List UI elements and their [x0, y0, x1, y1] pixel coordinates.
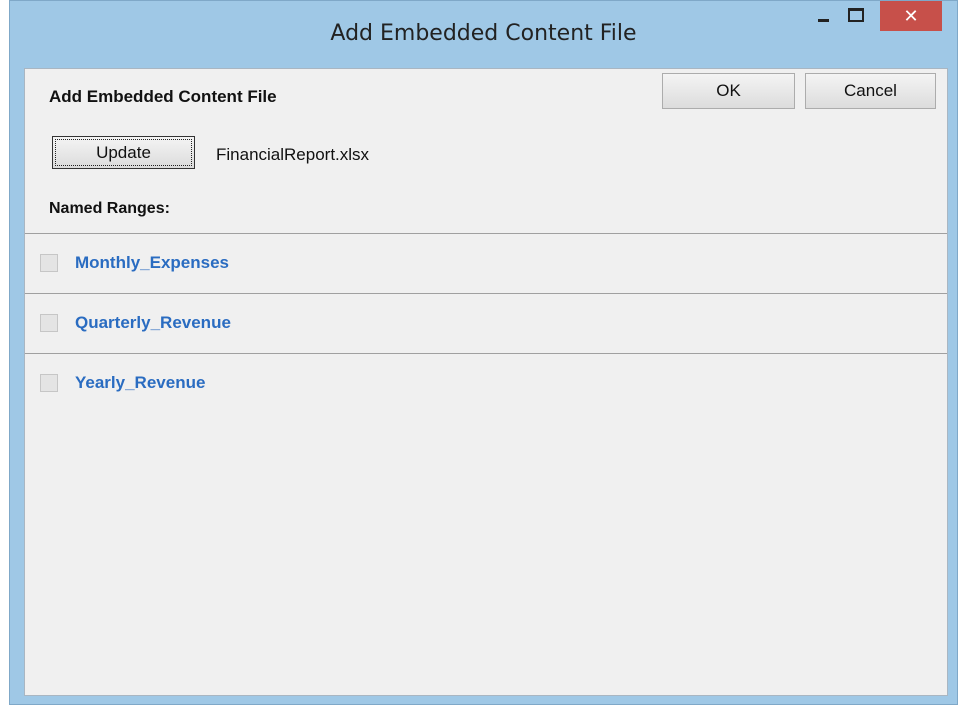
- dialog-heading: Add Embedded Content File: [49, 87, 277, 106]
- close-icon: ✕: [903, 5, 919, 27]
- file-name-label: FinancialReport.xlsx: [216, 145, 370, 164]
- dialog-body: Add Embedded Content File OK Cancel Upda…: [24, 68, 948, 696]
- named-range-row[interactable]: Monthly_Expenses: [25, 234, 947, 294]
- named-range-row[interactable]: Yearly_Revenue: [25, 354, 947, 414]
- close-button[interactable]: ✕: [880, 1, 942, 31]
- range-label[interactable]: Monthly_Expenses: [75, 253, 229, 273]
- cancel-button[interactable]: Cancel: [805, 73, 936, 109]
- range-label[interactable]: Quarterly_Revenue: [75, 313, 231, 333]
- range-checkbox[interactable]: [40, 314, 58, 332]
- range-checkbox[interactable]: [40, 254, 58, 272]
- update-button[interactable]: Update: [52, 136, 195, 169]
- dialog-window: Add Embedded Content File ✕ Add Embedded…: [9, 0, 958, 705]
- ok-button[interactable]: OK: [662, 73, 795, 109]
- range-label[interactable]: Yearly_Revenue: [75, 373, 205, 393]
- minimize-button[interactable]: [808, 1, 838, 29]
- maximize-button[interactable]: [838, 1, 874, 29]
- named-range-row[interactable]: Quarterly_Revenue: [25, 294, 947, 354]
- minimize-icon: [817, 18, 829, 22]
- named-ranges-list: Monthly_Expenses Quarterly_Revenue Yearl…: [25, 233, 947, 696]
- title-bar[interactable]: Add Embedded Content File ✕: [10, 1, 957, 69]
- maximize-icon: [848, 8, 864, 22]
- range-checkbox[interactable]: [40, 374, 58, 392]
- update-button-label: Update: [55, 139, 192, 166]
- named-ranges-label: Named Ranges:: [49, 200, 170, 217]
